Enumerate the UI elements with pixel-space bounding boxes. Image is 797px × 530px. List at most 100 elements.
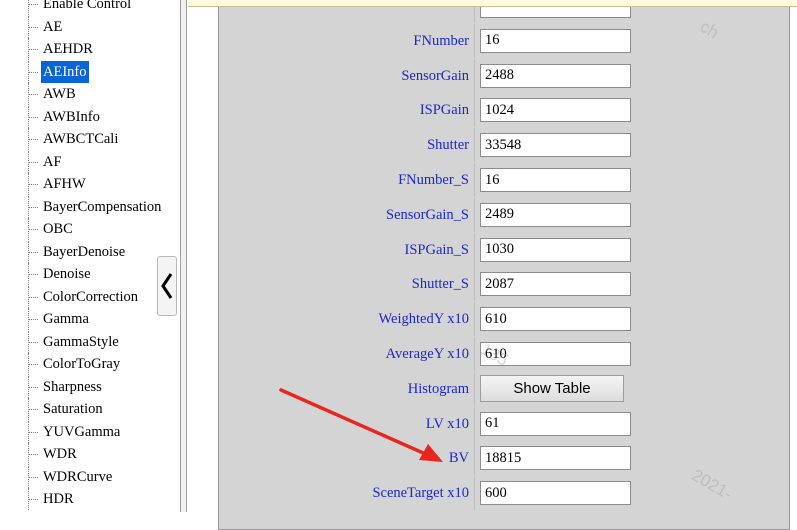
tree-item-label: OBC: [43, 221, 73, 237]
form-row-histogram: Histogram Show Table: [219, 371, 790, 406]
averagey-x10-field[interactable]: [480, 342, 631, 366]
form-row-ispgain: ISPGain: [219, 93, 790, 128]
ae-info-panel: FNumber SensorGain ISPGain Shutter FNumber_S…: [187, 0, 797, 530]
form-row-sensorgain-s: SensorGain_S: [219, 197, 790, 232]
tree-item-label: AWB: [43, 86, 76, 102]
tree-connector: [28, 454, 38, 455]
tree-connector: [28, 229, 38, 230]
tree-connector: [28, 49, 38, 50]
form-value-cell: Show Table: [474, 371, 790, 406]
form-row-ispgain-s: ISPGain_S: [219, 232, 790, 267]
tree-item-saturation[interactable]: Saturation: [0, 398, 180, 420]
form-row-averagey-x10: AverageY x10: [219, 337, 789, 371]
tree-connector: [28, 296, 38, 298]
form-value-cell: [474, 337, 790, 371]
shutter-label: Shutter: [427, 137, 469, 154]
tree-item-enable-control[interactable]: Enable Control: [0, 0, 180, 15]
tree-item-awbinfo[interactable]: AWBInfo: [0, 105, 180, 128]
shutter-s-field[interactable]: [480, 272, 631, 297]
tree-item-obc[interactable]: OBC: [0, 218, 180, 240]
form-value-cell: [474, 128, 790, 163]
collapse-panel-button[interactable]: [157, 256, 177, 316]
tree-item-wdr[interactable]: WDR: [0, 443, 180, 465]
tree-item-wdrcurve[interactable]: WDRCurve: [0, 465, 180, 488]
bv-label: BV: [448, 450, 469, 467]
lv-x10-label: LV x10: [425, 415, 469, 432]
tree-connector: [28, 364, 38, 365]
form-row-weightedy-x10: WeightedY x10: [219, 302, 790, 337]
shutter-field[interactable]: [480, 133, 631, 158]
tree-item-awbctcali[interactable]: AWBCTCali: [0, 128, 180, 150]
tree-item-denoise[interactable]: Denoise: [0, 263, 180, 285]
form-row-scenetarget-x10: SceneTarget x10: [219, 476, 789, 511]
tree-item-awb[interactable]: AWB: [0, 83, 180, 105]
tree-item-label: Enable Control: [43, 0, 132, 12]
tree-item-label: BayerDenoise: [43, 243, 126, 260]
form-row-fnumber-s: FNumber_S: [219, 163, 789, 197]
lv-x10-field[interactable]: [480, 411, 631, 436]
tree-connector: [28, 71, 38, 73]
tree-item-colortogray[interactable]: ColorToGray: [0, 353, 180, 375]
tree-connector: [28, 206, 38, 208]
tree-item-aehdr[interactable]: AEHDR: [0, 38, 180, 60]
tree-connector: [28, 161, 38, 163]
histogram-label: Histogram: [407, 380, 469, 397]
show-table-button[interactable]: Show Table: [480, 374, 624, 402]
tree-item-bayerdenoise[interactable]: BayerDenoise: [0, 240, 180, 263]
form-value-cell: [474, 58, 790, 93]
form-value-cell: [474, 267, 790, 302]
ae-info-form: FNumber SensorGain ISPGain Shutter FNumber_S…: [218, 0, 790, 530]
tree-item-label: WDR: [43, 446, 77, 462]
tree-connector: [28, 274, 38, 275]
tree-connector: [28, 94, 38, 95]
tree-item-label: Denoise: [43, 266, 91, 282]
tree-item-aeinfo[interactable]: AEInfo: [0, 60, 180, 83]
bv-field[interactable]: [480, 446, 631, 471]
sensorgain-s-field[interactable]: [480, 202, 631, 227]
tree-item-bayercompensation[interactable]: BayerCompensation: [0, 195, 180, 218]
tree-item-ae[interactable]: AE: [0, 15, 180, 38]
form-row-bv: BV: [219, 441, 789, 476]
ispgain-label: ISPGain: [419, 102, 469, 119]
tree-connector: [28, 319, 38, 320]
tree-item-yuvgamma[interactable]: YUVGamma: [0, 420, 180, 443]
scenetarget-x10-field[interactable]: [480, 481, 631, 506]
fnumber-field[interactable]: [480, 28, 631, 53]
weightedy-x10-field[interactable]: [480, 307, 631, 332]
tree-item-afhw[interactable]: AFHW: [0, 173, 180, 195]
tree-item-colorcorrection[interactable]: ColorCorrection: [0, 285, 180, 308]
tree-item-label: HDR: [43, 491, 74, 507]
tree-item-label: Sharpness: [43, 378, 102, 395]
tree-item-sharpness[interactable]: Sharpness: [0, 375, 180, 398]
tooltip-edge: [188, 0, 797, 7]
shutter-s-label: Shutter_S: [411, 276, 469, 293]
tree-item-gamma[interactable]: Gamma: [0, 308, 180, 330]
tree-connector: [28, 139, 38, 140]
tree-connector: [28, 184, 38, 185]
ispgain-field[interactable]: [480, 98, 631, 123]
tree-connector: [28, 4, 38, 5]
form-value-cell: [474, 232, 790, 267]
tree-item-label: WDRCurve: [43, 468, 113, 485]
tree-connector: [28, 499, 38, 500]
tree-item-label: AEHDR: [43, 41, 93, 57]
form-value-cell: [474, 197, 790, 232]
form-value-cell: [474, 93, 790, 128]
chevron-left-icon: [161, 273, 173, 299]
form-value-cell: [474, 406, 790, 441]
fnumber-s-label: FNumber_S: [398, 172, 469, 188]
tree-item-label: GammaStyle: [43, 333, 119, 350]
tree-item-af[interactable]: AF: [0, 150, 180, 173]
form-value-cell: [474, 302, 790, 337]
tree-item-label: YUVGamma: [43, 423, 121, 440]
tree-item-gammastyle[interactable]: GammaStyle: [0, 330, 180, 353]
sensorgain-label: SensorGain: [401, 67, 469, 84]
tree-connector: [28, 431, 38, 433]
fnumber-label: FNumber: [413, 32, 469, 49]
fnumber-s-field[interactable]: [480, 168, 631, 192]
tree-item-hdr[interactable]: HDR: [0, 488, 180, 510]
sensorgain-field[interactable]: [480, 63, 631, 88]
ispgain-s-field[interactable]: [480, 237, 631, 262]
tree-item-label: AFHW: [43, 176, 86, 192]
tree-item-label: Gamma: [43, 311, 89, 327]
